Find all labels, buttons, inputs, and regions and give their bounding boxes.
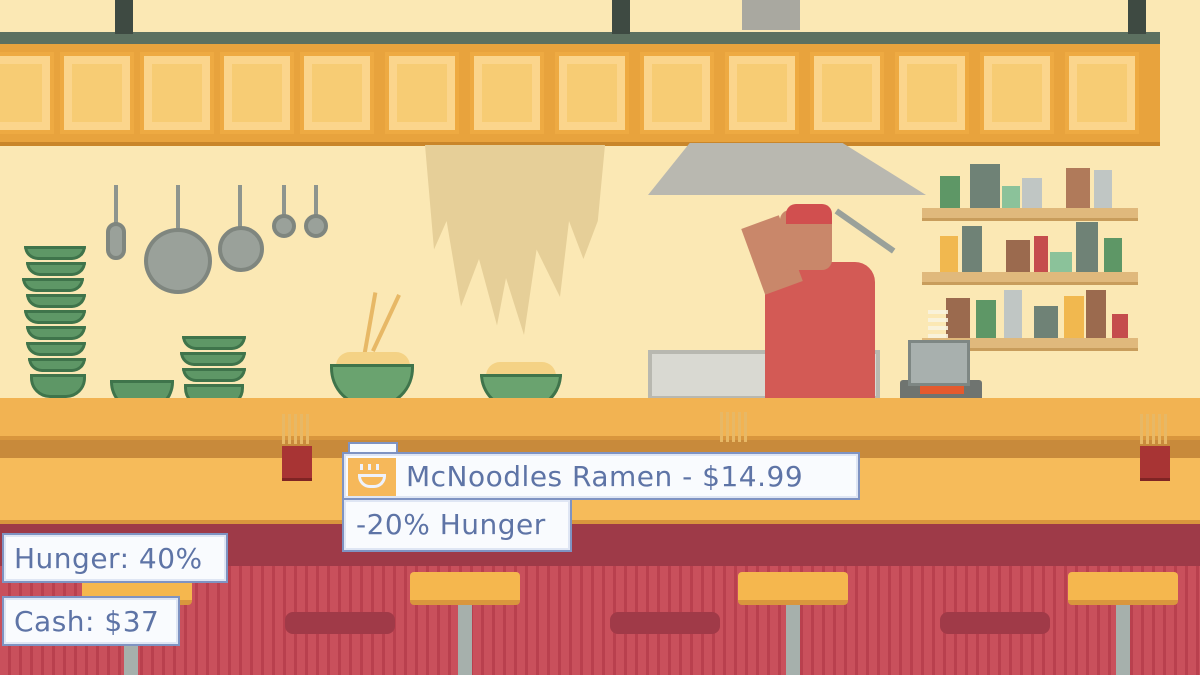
stacked-bowl xyxy=(182,336,246,350)
stool xyxy=(1068,572,1178,605)
bottle-icon xyxy=(1034,306,1058,338)
bottle-icon xyxy=(1004,290,1022,338)
hunger-text: Hunger: 40% xyxy=(14,542,203,575)
ramen-bowl-icon xyxy=(348,458,396,496)
stool-shadow xyxy=(285,612,395,634)
light-panel xyxy=(470,52,544,134)
jar-icon xyxy=(1002,186,1020,208)
light-panel xyxy=(0,52,54,134)
chopsticks-holder xyxy=(720,412,750,442)
ladle-handle xyxy=(314,185,318,217)
hood-duct xyxy=(742,0,800,30)
light-panel xyxy=(385,52,459,134)
bottle-icon xyxy=(1034,236,1048,272)
cooking-pot-icon xyxy=(908,340,970,386)
bottle-icon xyxy=(940,236,958,272)
ladle-icon xyxy=(304,214,328,238)
stacked-bowl xyxy=(26,326,86,340)
bottle-icon xyxy=(1076,222,1098,272)
knife-icon xyxy=(834,208,896,254)
light-panel xyxy=(1065,52,1139,134)
rail-bar xyxy=(0,32,1160,44)
light-panel xyxy=(810,52,884,134)
bottle-icon xyxy=(976,300,996,338)
jar-icon xyxy=(1006,240,1030,272)
stool xyxy=(738,572,848,605)
bottle-icon xyxy=(946,298,970,338)
bottle-icon xyxy=(1064,296,1084,338)
shelf xyxy=(922,208,1138,221)
stacked-bowl xyxy=(24,310,86,324)
chopstick-cup xyxy=(1140,446,1170,481)
box-icon xyxy=(1050,252,1072,272)
stacked-bowl xyxy=(28,358,86,372)
bottle-icon xyxy=(940,176,960,208)
wall-stain xyxy=(425,145,605,335)
stacked-bowl xyxy=(30,374,86,398)
cash-text: Cash: $37 xyxy=(14,605,160,638)
hunger-stat: Hunger: 40% xyxy=(2,533,228,583)
bottle-icon xyxy=(1104,238,1122,272)
light-panel xyxy=(980,52,1054,134)
bottle-icon xyxy=(1086,290,1106,338)
light-panel xyxy=(725,52,799,134)
item-effect-box: -20% Hunger xyxy=(342,500,572,552)
stool xyxy=(410,572,520,605)
ladle-handle xyxy=(282,185,286,217)
game-scene: McNoodles Ramen - $14.99 -20% Hunger Hun… xyxy=(0,0,1200,675)
bottle-icon xyxy=(962,226,982,272)
light-panel xyxy=(140,52,214,134)
chef-cap xyxy=(786,204,832,224)
rail-hook xyxy=(612,0,630,34)
item-effect-text: -20% Hunger xyxy=(356,508,546,541)
ladle-icon xyxy=(272,214,296,238)
stool-leg xyxy=(1116,605,1130,675)
item-tooltip-title[interactable]: McNoodles Ramen - $14.99 xyxy=(342,452,860,500)
stacked-bowl xyxy=(22,278,84,292)
whisk-icon xyxy=(106,222,126,260)
frying-pan-icon xyxy=(144,228,212,294)
shelf xyxy=(922,272,1138,285)
light-panel xyxy=(895,52,969,134)
bottle-icon xyxy=(1094,170,1112,208)
pan-handle xyxy=(238,185,242,229)
light-panel xyxy=(555,52,629,134)
cash-stat: Cash: $37 xyxy=(2,596,180,646)
chopstick-cup xyxy=(282,446,312,481)
rail-hook xyxy=(1128,0,1146,34)
chopsticks-holder xyxy=(1140,414,1170,444)
light-panel xyxy=(220,52,294,134)
rail-hook xyxy=(115,0,133,34)
range-hood xyxy=(648,143,926,195)
steam-lines xyxy=(360,464,384,470)
stool-shadow xyxy=(610,612,720,634)
steam xyxy=(928,308,948,338)
bottle-icon xyxy=(1112,314,1128,338)
bowl-outline xyxy=(358,474,386,488)
stacked-bowl xyxy=(26,262,86,276)
bottle-icon xyxy=(1066,168,1090,208)
light-panel xyxy=(640,52,714,134)
light-panel xyxy=(60,52,134,134)
counter-top xyxy=(0,398,1200,440)
stacked-bowl xyxy=(24,246,86,260)
stool-leg xyxy=(458,605,472,675)
can-icon xyxy=(1022,178,1042,208)
stacked-bowl xyxy=(182,368,246,382)
jar-icon xyxy=(970,164,1000,208)
small-pan-icon xyxy=(218,226,264,272)
stacked-bowl xyxy=(26,342,86,356)
whisk-handle xyxy=(114,185,118,225)
chopsticks-holder xyxy=(282,414,312,444)
stool-shadow xyxy=(940,612,1050,634)
stacked-bowl xyxy=(180,352,246,366)
stacked-bowl xyxy=(26,294,86,308)
item-title-text: McNoodles Ramen - $14.99 xyxy=(406,460,804,493)
stool-leg xyxy=(786,605,800,675)
light-panel xyxy=(300,52,374,134)
